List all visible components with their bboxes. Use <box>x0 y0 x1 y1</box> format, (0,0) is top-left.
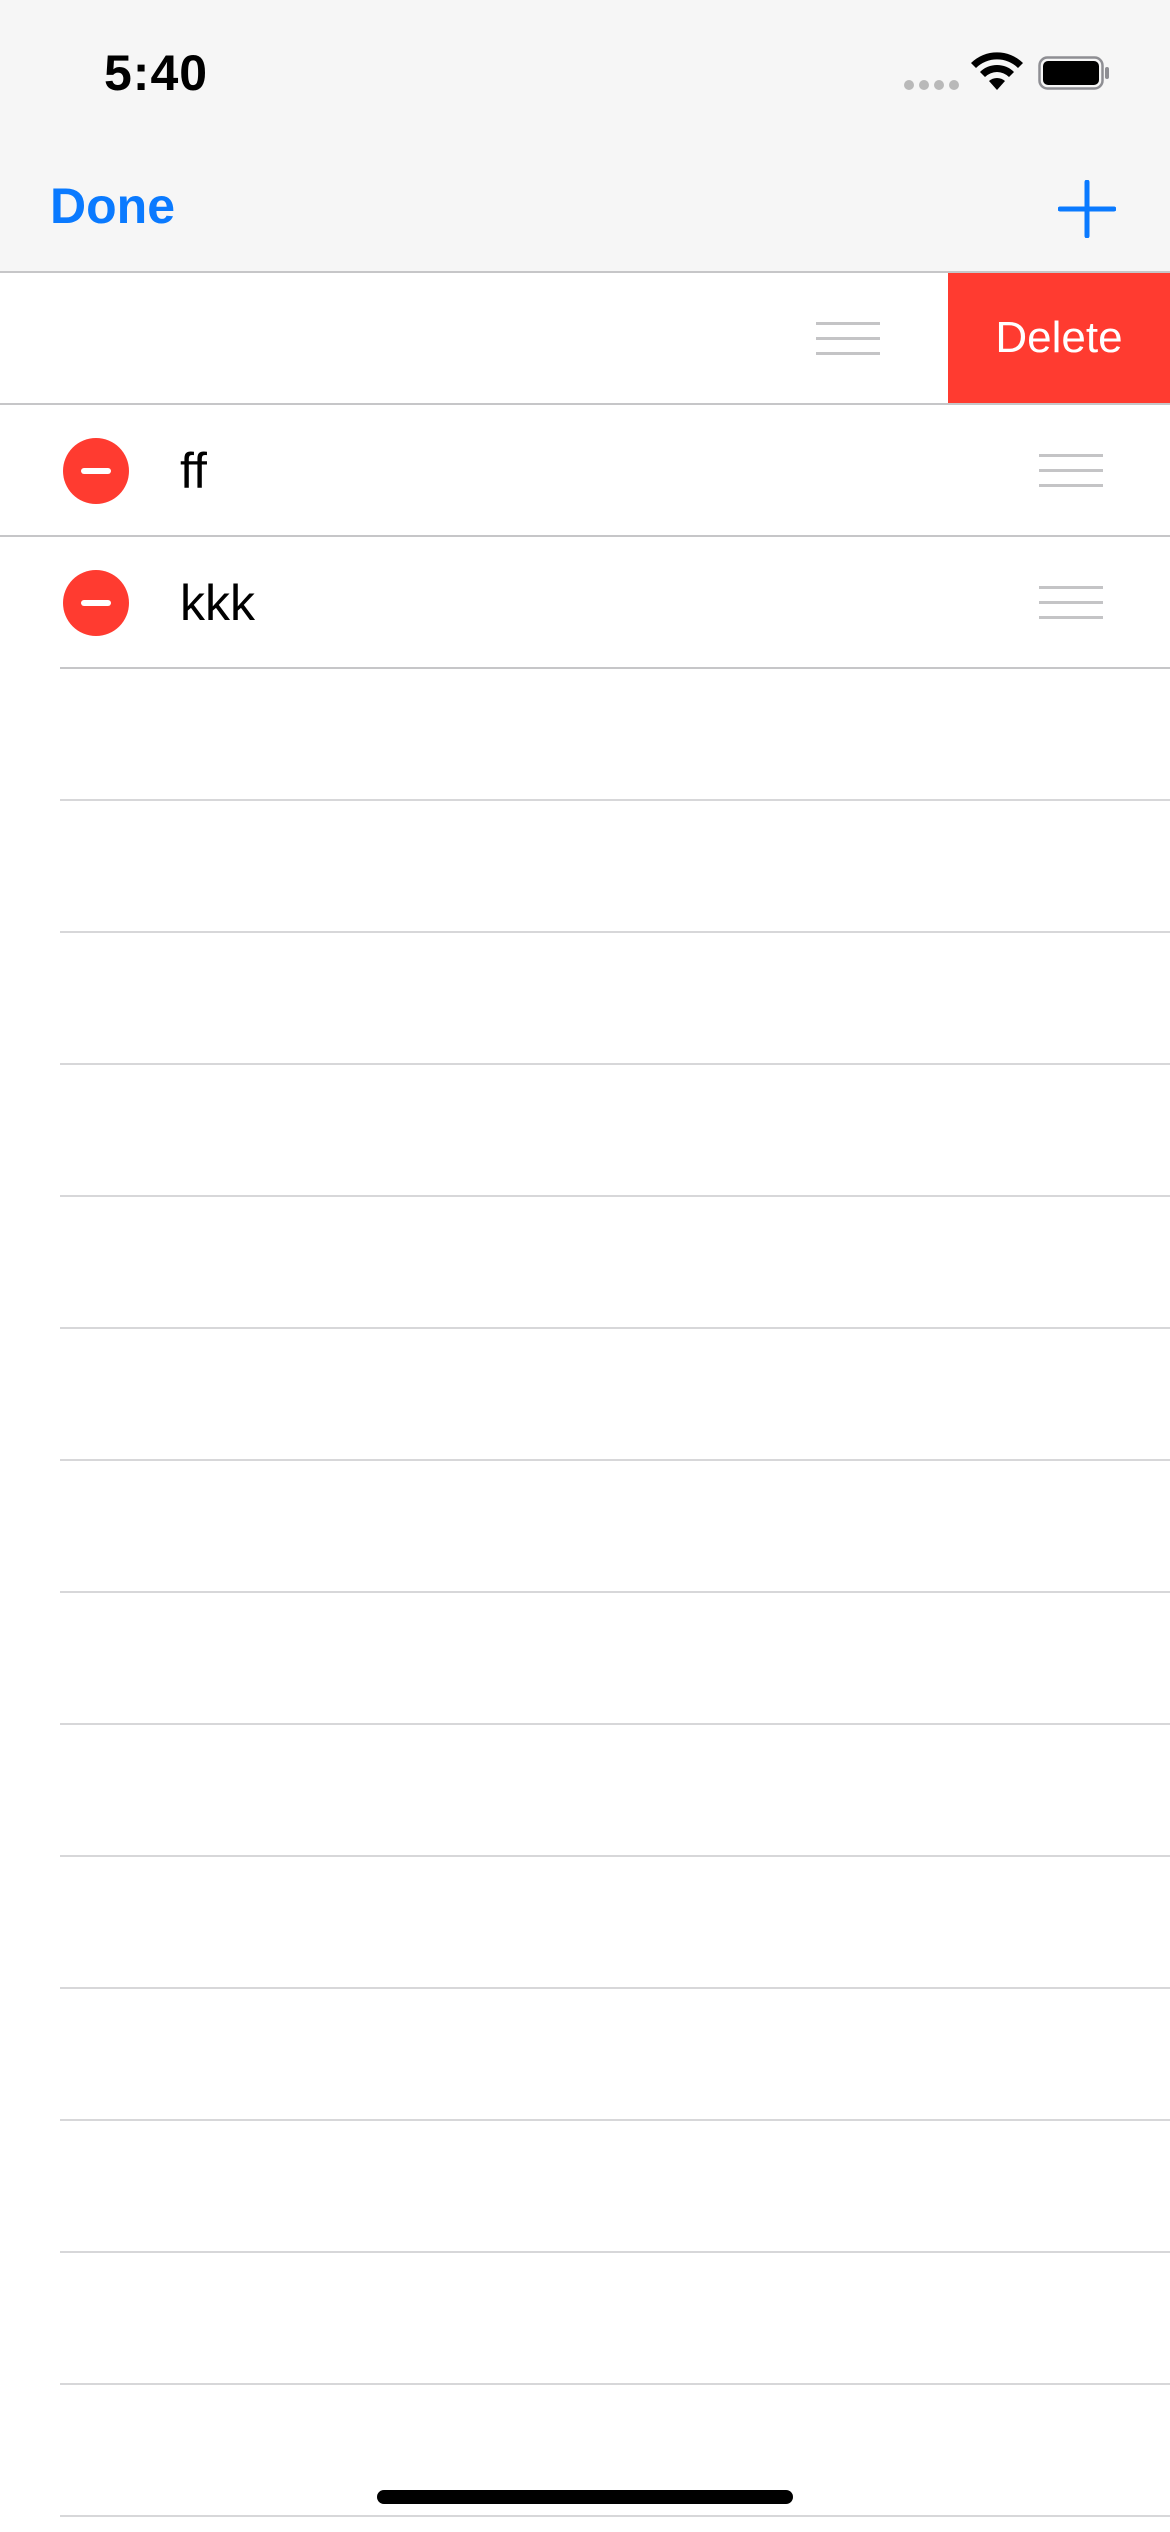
plus-icon[interactable] <box>1058 180 1116 238</box>
empty-row <box>0 1329 1170 1461</box>
wifi-icon <box>971 52 1023 90</box>
battery-icon <box>1038 56 1109 90</box>
empty-row <box>0 1593 1170 1725</box>
delete-toggle-icon[interactable] <box>63 570 129 636</box>
list-item[interactable]: Delete <box>0 273 1170 405</box>
status-time: 5:40 <box>104 45 209 101</box>
empty-row <box>0 1065 1170 1197</box>
empty-row <box>0 1989 1170 2121</box>
empty-row <box>0 669 1170 801</box>
empty-row <box>0 1197 1170 1329</box>
reorder-handle-icon[interactable] <box>816 322 880 356</box>
list-item-label: kkk <box>180 575 255 631</box>
list-item[interactable]: kkk <box>0 537 1170 669</box>
home-indicator[interactable] <box>377 2490 793 2504</box>
empty-row <box>0 2517 1170 2532</box>
empty-row <box>0 2121 1170 2253</box>
list-item-label: ff <box>180 443 207 499</box>
delete-toggle-icon[interactable] <box>63 438 129 504</box>
delete-button[interactable]: Delete <box>948 273 1170 403</box>
empty-row <box>0 2253 1170 2385</box>
reorder-handle-icon[interactable] <box>1039 454 1103 488</box>
list: Delete ff kkk <box>0 273 1170 2532</box>
empty-row <box>0 801 1170 933</box>
empty-row <box>0 1461 1170 1593</box>
list-item[interactable]: ff <box>0 405 1170 537</box>
cellular-signal-icon <box>904 80 959 90</box>
empty-row <box>0 1725 1170 1857</box>
reorder-handle-icon[interactable] <box>1039 586 1103 620</box>
empty-row <box>0 1857 1170 1989</box>
empty-row <box>0 933 1170 1065</box>
done-button[interactable]: Done <box>50 178 175 234</box>
navigation-header: 5:40 Done <box>0 0 1170 273</box>
screen: 5:40 Done Delete ff kkk <box>0 0 1170 2532</box>
